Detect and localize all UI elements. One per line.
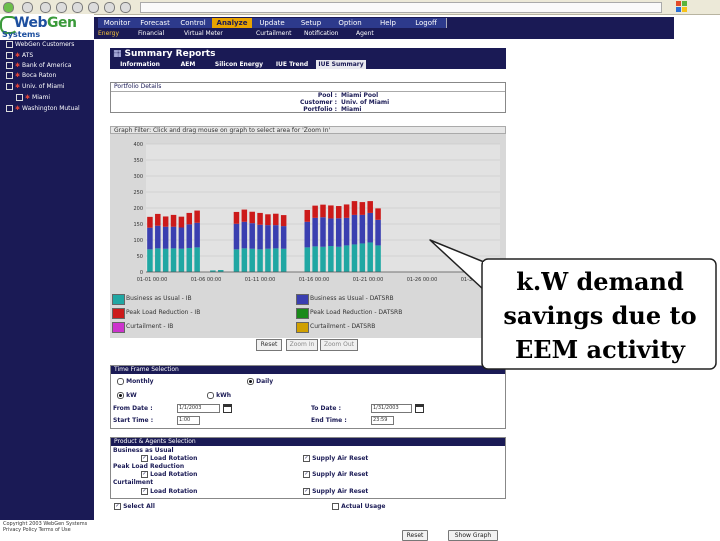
callout-line-1: k.W demand [516,267,684,296]
callout-line-3: EEM activity [515,335,685,364]
callout-annotation: k.W demand savings due to EEM activity [484,265,716,369]
callout-line-2: savings due to [503,301,697,330]
